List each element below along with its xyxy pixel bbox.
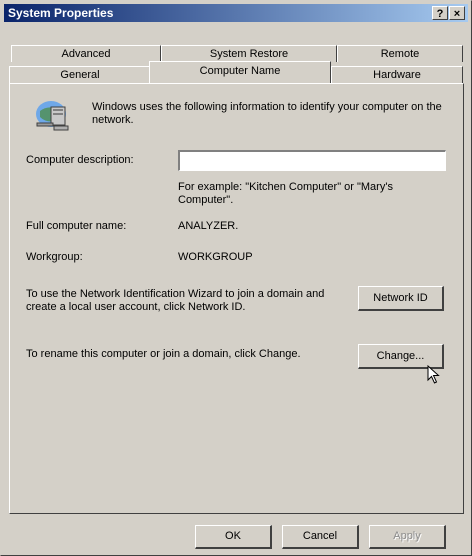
close-button[interactable]: ×	[449, 6, 465, 20]
tab-hardware[interactable]: Hardware	[331, 66, 463, 83]
tab-system-restore[interactable]: System Restore	[161, 45, 337, 62]
mouse-cursor-icon	[427, 365, 440, 384]
cancel-button[interactable]: Cancel	[282, 525, 359, 549]
intro-text: Windows uses the following information t…	[92, 101, 442, 126]
full-computer-name-label: Full computer name:	[26, 220, 127, 232]
workgroup-value: WORKGROUP	[178, 251, 253, 263]
tab-general[interactable]: General	[9, 66, 151, 83]
help-button[interactable]: ?	[432, 6, 448, 20]
window-title: System Properties	[8, 6, 114, 20]
computer-network-icon	[36, 101, 69, 131]
apply-button[interactable]: Apply	[369, 525, 446, 549]
tab-remote[interactable]: Remote	[337, 45, 463, 62]
system-properties-window: System Properties ? × Advanced System Re…	[0, 0, 472, 556]
tab-computer-name[interactable]: Computer Name	[149, 61, 331, 83]
ok-button[interactable]: OK	[195, 525, 272, 549]
example-text: For example: "Kitchen Computer" or "Mary…	[178, 181, 393, 206]
computer-description-input[interactable]	[178, 150, 446, 171]
network-id-button[interactable]: Network ID	[358, 286, 444, 311]
computer-description-label: Computer description:	[26, 154, 134, 166]
workgroup-label: Workgroup:	[26, 251, 83, 263]
title-bar[interactable]: System Properties ? ×	[4, 4, 468, 22]
tab-advanced[interactable]: Advanced	[11, 45, 161, 62]
full-computer-name-value: ANALYZER.	[178, 220, 239, 232]
rename-description: To rename this computer or join a domain…	[26, 348, 301, 360]
computer-name-panel: Windows uses the following information t…	[9, 83, 464, 514]
network-id-description: To use the Network Identification Wizard…	[26, 288, 325, 313]
